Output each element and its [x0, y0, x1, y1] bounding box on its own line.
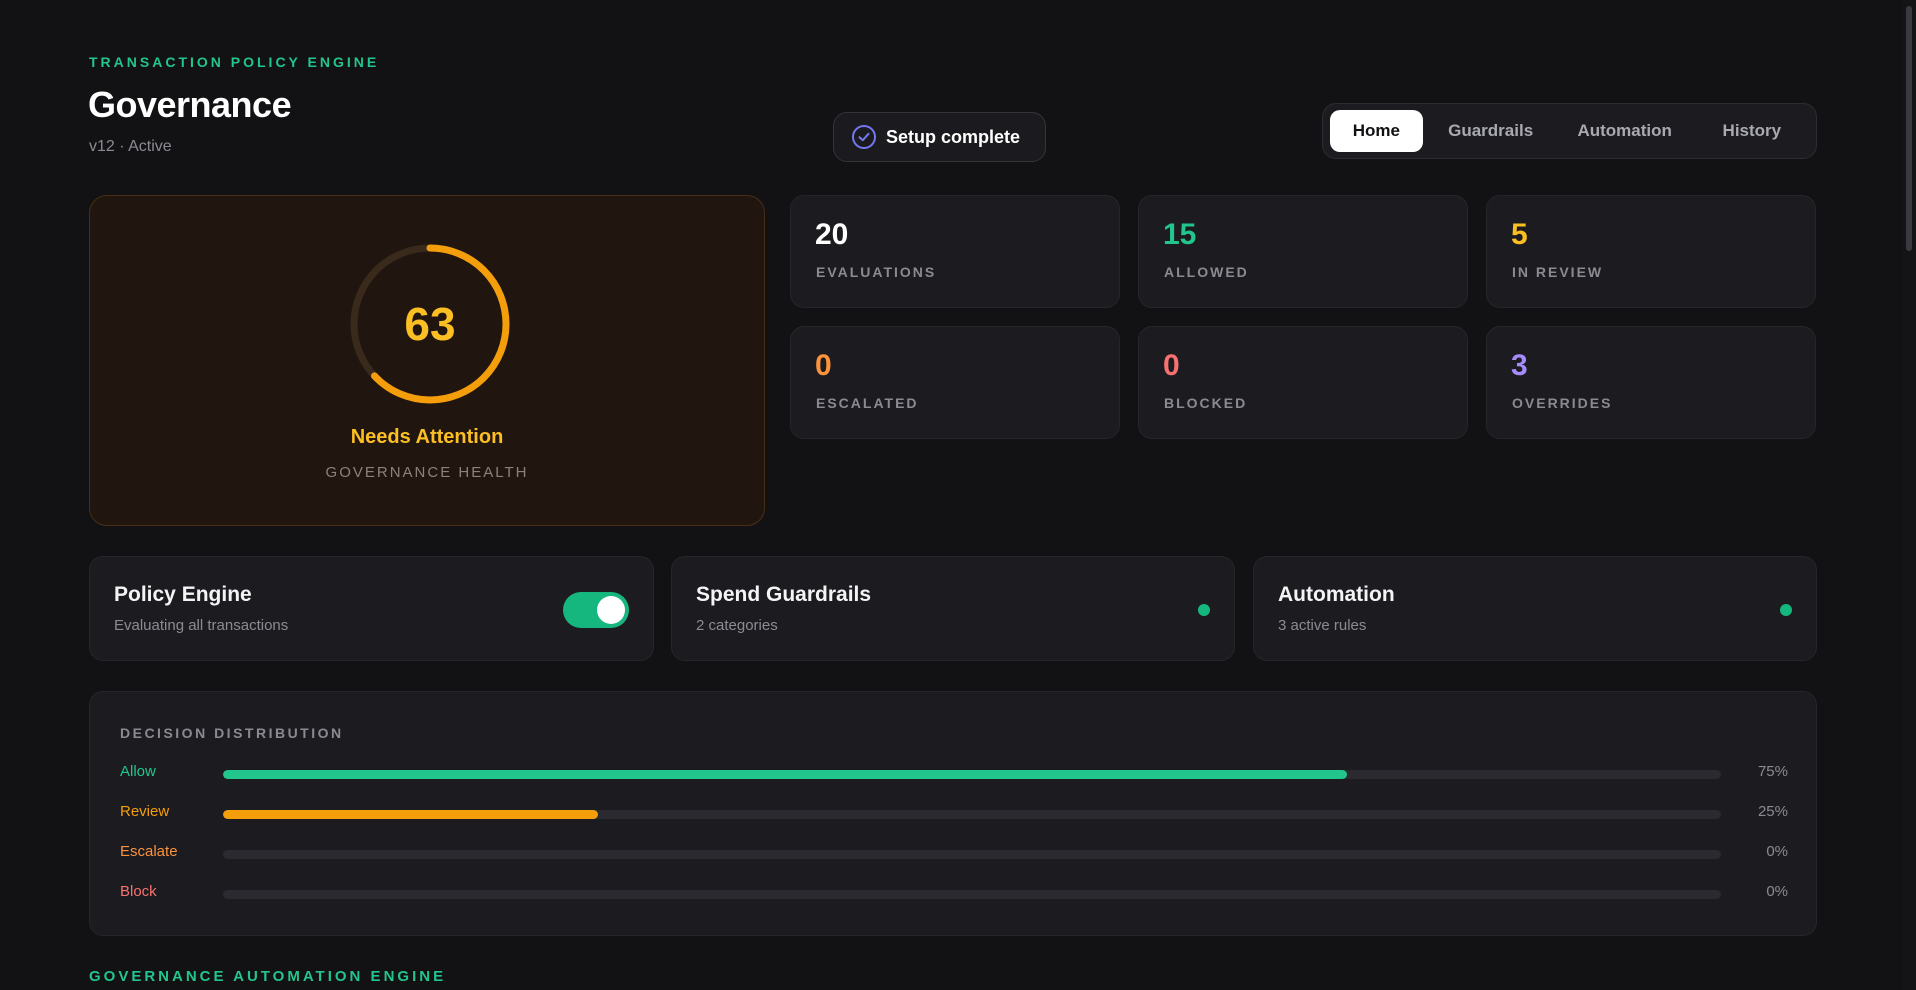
distribution-row-escalate: Escalate 0%: [120, 843, 1788, 865]
stat-value: 5: [1511, 218, 1528, 251]
stat-value: 0: [1163, 349, 1180, 382]
stat-card-allowed[interactable]: 15 ALLOWED: [1138, 195, 1468, 308]
stat-value: 3: [1511, 349, 1528, 382]
policy-engine-toggle[interactable]: [563, 592, 629, 628]
stat-card-evaluations[interactable]: 20 EVALUATIONS: [790, 195, 1120, 308]
toggle-knob: [597, 596, 625, 624]
stat-value: 20: [815, 218, 849, 251]
row-label: Review: [120, 803, 170, 820]
stat-card-in-review[interactable]: 5 IN REVIEW: [1486, 195, 1816, 308]
stat-label: OVERRIDES: [1512, 395, 1613, 411]
progress-track: [223, 850, 1721, 859]
tab-guardrails[interactable]: Guardrails: [1427, 110, 1555, 152]
row-percent: 0%: [1766, 883, 1788, 900]
health-caption: GOVERNANCE HEALTH: [325, 464, 529, 481]
feature-description: Evaluating all transactions: [114, 617, 289, 634]
progress-fill: [223, 810, 598, 819]
tab-history[interactable]: History: [1695, 110, 1809, 152]
tab-bar: Home Guardrails Automation History: [1322, 103, 1817, 159]
health-status: Needs Attention: [350, 426, 504, 448]
progress-track: [223, 810, 1721, 819]
progress-fill: [223, 770, 1347, 779]
stat-card-overrides[interactable]: 3 OVERRIDES: [1486, 326, 1816, 439]
feature-name: Automation: [1278, 583, 1395, 606]
check-circle-icon: [852, 125, 876, 149]
governance-health-card: 63 Needs Attention GOVERNANCE HEALTH: [89, 195, 765, 526]
row-label: Block: [120, 883, 157, 900]
page-eyebrow: TRANSACTION POLICY ENGINE: [89, 54, 380, 70]
row-label: Escalate: [120, 843, 178, 860]
health-score: 63: [404, 298, 456, 350]
row-label: Allow: [120, 763, 156, 780]
page-title: Governance: [88, 84, 292, 125]
stat-card-blocked[interactable]: 0 BLOCKED: [1138, 326, 1468, 439]
stat-label: ALLOWED: [1164, 264, 1249, 280]
stat-value: 0: [815, 349, 832, 382]
row-percent: 75%: [1757, 763, 1788, 780]
stat-value: 15: [1163, 218, 1197, 251]
stat-label: ESCALATED: [816, 395, 919, 411]
progress-track: [223, 770, 1721, 779]
tab-automation[interactable]: Automation: [1559, 110, 1691, 152]
spend-guardrails-card[interactable]: Spend Guardrails 2 categories: [671, 556, 1235, 661]
version-status: v12 · Active: [89, 138, 172, 155]
page-scrollbar[interactable]: [1902, 0, 1916, 990]
setup-complete-label: Setup complete: [886, 126, 1021, 147]
feature-name: Spend Guardrails: [696, 583, 872, 606]
automation-card[interactable]: Automation 3 active rules: [1253, 556, 1817, 661]
distribution-row-allow: Allow 75%: [120, 763, 1788, 785]
stat-label: EVALUATIONS: [816, 264, 937, 280]
tab-home[interactable]: Home: [1330, 110, 1423, 152]
scrollbar-thumb[interactable]: [1906, 6, 1912, 251]
feature-description: 2 categories: [696, 617, 778, 634]
row-percent: 25%: [1757, 803, 1788, 820]
policy-engine-card: Policy Engine Evaluating all transaction…: [89, 556, 654, 661]
distribution-row-review: Review 25%: [120, 803, 1788, 825]
decision-distribution-card: DECISION DISTRIBUTION Allow 75% Review 2…: [89, 691, 1817, 936]
setup-complete-badge[interactable]: Setup complete: [833, 112, 1046, 162]
status-dot-icon: [1198, 604, 1210, 616]
row-percent: 0%: [1766, 843, 1788, 860]
progress-track: [223, 890, 1721, 899]
distribution-title: DECISION DISTRIBUTION: [120, 725, 344, 741]
feature-description: 3 active rules: [1278, 617, 1367, 634]
feature-name: Policy Engine: [114, 583, 252, 606]
section-eyebrow: GOVERNANCE AUTOMATION ENGINE: [89, 968, 447, 985]
stat-card-escalated[interactable]: 0 ESCALATED: [790, 326, 1120, 439]
status-dot-icon: [1780, 604, 1792, 616]
stat-label: BLOCKED: [1164, 395, 1248, 411]
governance-page: TRANSACTION POLICY ENGINE Governance v12…: [0, 0, 1916, 990]
stat-label: IN REVIEW: [1512, 264, 1604, 280]
distribution-row-block: Block 0%: [120, 883, 1788, 905]
